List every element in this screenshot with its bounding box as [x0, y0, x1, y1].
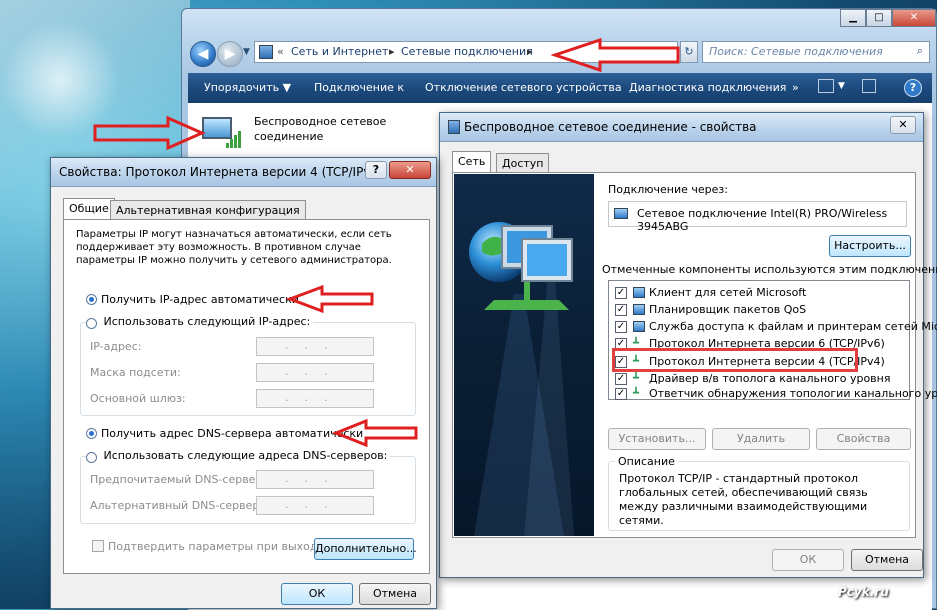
red-arrow-auto-ip	[285, 284, 374, 314]
annotation-layer	[93, 37, 680, 448]
red-arrow-address	[550, 37, 680, 73]
red-arrow-auto-dns	[331, 418, 418, 448]
watermark: Pcyk.ru	[838, 585, 889, 599]
red-arrow-connection	[93, 115, 206, 151]
